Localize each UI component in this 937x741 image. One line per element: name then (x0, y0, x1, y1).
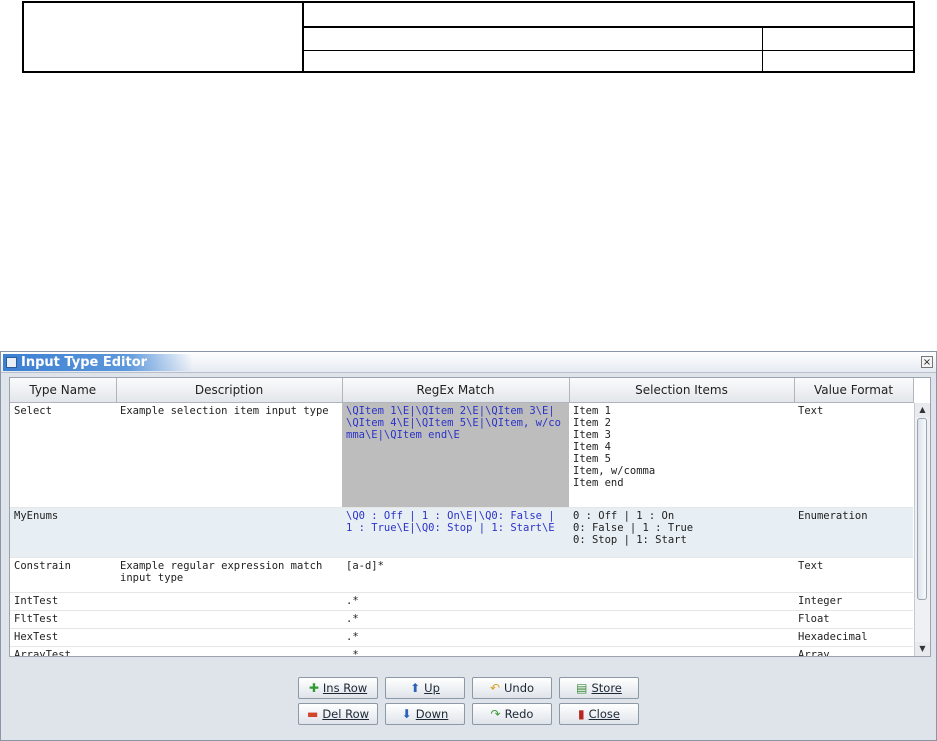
selection-items-cell[interactable]: Item 1 Item 2 Item 3 Item 4 Item 5 Item,… (569, 402, 794, 508)
description-cell[interactable]: Example regular expression match input t… (116, 557, 342, 593)
regex-cell[interactable]: .* (342, 592, 569, 611)
form-divider (302, 3, 304, 71)
redo-button[interactable]: ↷ Redo (472, 703, 552, 725)
column-header[interactable]: Value Format (794, 378, 914, 403)
description-cell[interactable] (116, 646, 342, 656)
value-format-cell[interactable]: Text (794, 402, 913, 508)
type-name-cell[interactable]: IntTest (10, 592, 116, 611)
table-row[interactable]: MyEnums \Q0 : Off | 1 : On\E|\Q0: False … (10, 507, 913, 558)
selection-items-cell[interactable] (569, 557, 794, 593)
description-cell[interactable] (116, 592, 342, 611)
description-cell[interactable] (116, 610, 342, 629)
type-name-cell[interactable]: ArrayTest (10, 646, 116, 656)
form-divider (302, 50, 913, 51)
regex-cell[interactable]: .* (342, 610, 569, 629)
type-name-cell[interactable]: HexTest (10, 628, 116, 647)
value-format-cell[interactable]: Hexadecimal (794, 628, 913, 647)
scroll-up-icon[interactable]: ▲ (915, 403, 930, 417)
table-row[interactable]: Constrain Example regular expression mat… (10, 557, 913, 593)
column-header[interactable]: Type Name (10, 378, 117, 403)
value-format-cell[interactable]: Integer (794, 592, 913, 611)
type-name-cell[interactable]: FltTest (10, 610, 116, 629)
title-tab: Input Type Editor (3, 354, 193, 371)
selection-items-cell[interactable]: 0 : Off | 1 : On 0: False | 1 : True 0: … (569, 507, 794, 558)
type-name-cell[interactable]: Constrain (10, 557, 116, 593)
del-row-button[interactable]: ▬ Del Row (298, 703, 378, 725)
arrow-up-icon: ⬆ (410, 681, 421, 695)
value-format-cell[interactable]: Array (794, 646, 913, 656)
vertical-scrollbar[interactable]: ▲ ▼ (914, 403, 930, 656)
selection-items-cell[interactable] (569, 646, 794, 656)
down-button[interactable]: ⬇ Down (385, 703, 465, 725)
value-format-cell[interactable]: Text (794, 557, 913, 593)
up-button[interactable]: ⬆ Up (385, 677, 465, 699)
table-row[interactable]: Select Example selection item input type… (10, 402, 913, 508)
regex-cell[interactable]: [a-d]* (342, 557, 569, 593)
regex-cell[interactable]: .* (342, 646, 569, 656)
scroll-down-icon[interactable]: ▼ (915, 642, 930, 656)
arrow-down-icon: ⬇ (401, 707, 412, 721)
undo-icon: ↶ (489, 681, 500, 695)
store-button[interactable]: ▤ Store (559, 677, 639, 699)
scroll-thumb[interactable] (917, 418, 927, 600)
input-type-table: Type Name Description RegEx Match Select… (9, 377, 931, 657)
description-cell[interactable] (116, 628, 342, 647)
table-row[interactable]: ArrayTest .* Array (10, 646, 913, 656)
close-button[interactable]: ▮ Close (559, 703, 639, 725)
form-divider (762, 26, 763, 71)
store-icon: ▤ (576, 681, 588, 695)
selection-items-cell[interactable] (569, 610, 794, 629)
window-title: Input Type Editor (21, 355, 148, 370)
undo-button[interactable]: ↶ Undo (472, 677, 552, 699)
minus-icon: ▬ (306, 707, 319, 721)
form-divider (302, 26, 913, 28)
type-grid: Type Name Description RegEx Match Select… (10, 378, 914, 656)
title-bar[interactable]: Input Type Editor × (1, 352, 936, 373)
table-row[interactable]: FltTest .* Float (10, 610, 913, 629)
column-header[interactable]: Description (116, 378, 343, 403)
column-header[interactable]: RegEx Match (342, 378, 570, 403)
regex-cell[interactable]: \Q0 : Off | 1 : On\E|\Q0: False | 1 : Tr… (342, 507, 569, 558)
selection-items-cell[interactable] (569, 592, 794, 611)
description-cell[interactable]: Example selection item input type (116, 402, 342, 508)
table-row[interactable]: IntTest .* Integer (10, 592, 913, 611)
value-format-cell[interactable]: Float (794, 610, 913, 629)
type-name-cell[interactable]: Select (10, 402, 116, 508)
value-format-cell[interactable]: Enumeration (794, 507, 913, 558)
regex-cell[interactable]: \QItem 1\E|\QItem 2\E|\QItem 3\E|\QItem … (342, 402, 569, 508)
ins-row-button[interactable]: ✚ Ins Row (298, 677, 378, 699)
description-cell[interactable] (116, 507, 342, 558)
window-icon (6, 357, 17, 368)
selection-items-cell[interactable] (569, 628, 794, 647)
type-name-cell[interactable]: MyEnums (10, 507, 116, 558)
regex-cell[interactable]: .* (342, 628, 569, 647)
header-form-table (22, 1, 915, 73)
close-window-icon[interactable]: × (921, 356, 933, 368)
input-type-editor-window: Input Type Editor × Type Name Descriptio… (0, 351, 937, 741)
plus-icon: ✚ (308, 681, 319, 695)
redo-icon: ↷ (490, 707, 501, 721)
column-header[interactable]: Selection Items (569, 378, 795, 403)
close-door-icon: ▮ (578, 707, 585, 721)
table-row[interactable]: HexTest .* Hexadecimal (10, 628, 913, 647)
header-row: Type Name Description RegEx Match Select… (10, 378, 914, 403)
